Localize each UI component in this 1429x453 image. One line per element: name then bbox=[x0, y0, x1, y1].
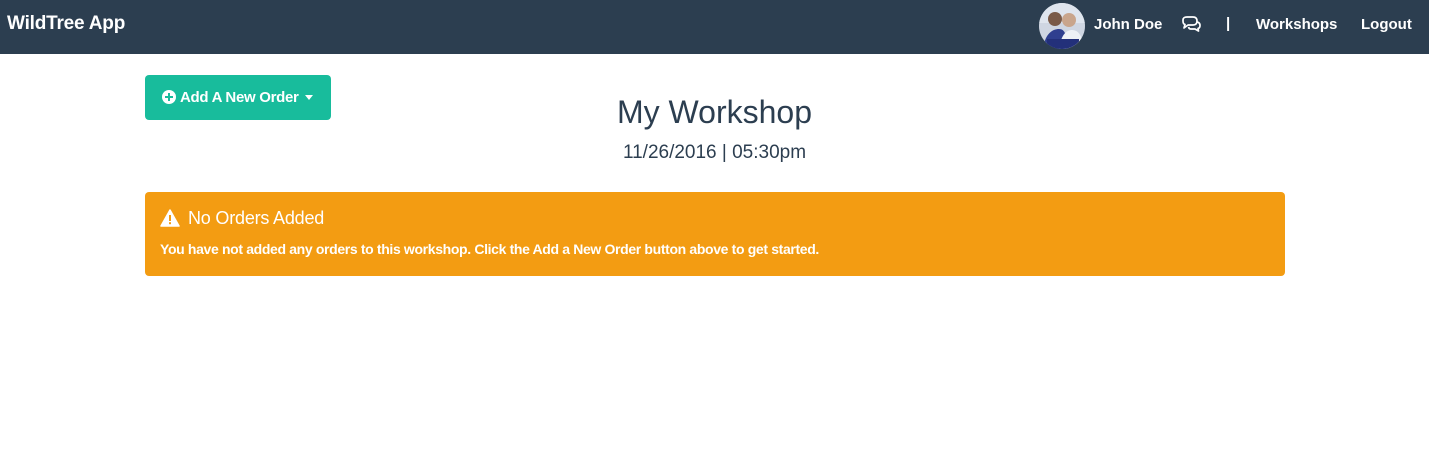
nav-workshops-link[interactable]: Workshops bbox=[1256, 16, 1337, 33]
nav-logout-link[interactable]: Logout bbox=[1361, 16, 1412, 33]
workshop-datetime: 11/26/2016 | 05:30pm bbox=[622, 142, 807, 163]
alert-text-after: button above to get started. bbox=[640, 241, 819, 257]
no-orders-alert: No Orders Added You have not added any o… bbox=[145, 192, 1285, 276]
chat-icon[interactable] bbox=[1180, 16, 1202, 36]
warning-icon bbox=[160, 209, 180, 227]
nav-separator: | bbox=[1226, 15, 1231, 32]
user-name[interactable]: John Doe bbox=[1094, 16, 1162, 33]
alert-message: You have not added any orders to this wo… bbox=[160, 241, 819, 257]
brand-link[interactable]: WildTree App bbox=[7, 13, 125, 35]
alert-title: No Orders Added bbox=[188, 208, 325, 228]
avatar[interactable] bbox=[1039, 3, 1085, 49]
top-navbar: WildTree App John Doe | Workshops Logout bbox=[0, 0, 1429, 54]
alert-text-bold: Add a New Order bbox=[532, 241, 642, 257]
page-title: My Workshop bbox=[616, 94, 812, 130]
alert-text-before: You have not added any orders to this wo… bbox=[160, 241, 533, 257]
